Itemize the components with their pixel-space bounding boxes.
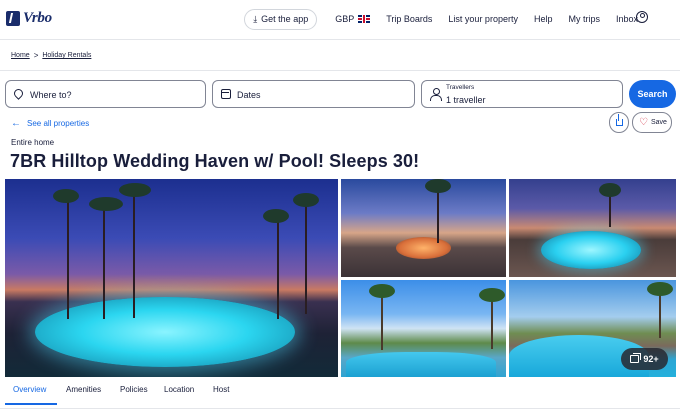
- download-icon: ⤓: [253, 13, 258, 24]
- palm-frond: [53, 189, 79, 203]
- palm-frond: [119, 183, 151, 197]
- gallery-photo-firepit[interactable]: [341, 179, 506, 277]
- heart-icon: ♡: [639, 116, 648, 128]
- palm-frond: [263, 209, 289, 223]
- palm-trunk: [491, 294, 493, 349]
- palm-trunk: [381, 290, 383, 350]
- currency-label: GBP: [335, 14, 355, 24]
- palm-trunk: [305, 204, 307, 314]
- tab-overview[interactable]: Overview: [13, 385, 46, 394]
- share-button[interactable]: [609, 112, 629, 133]
- get-app-button[interactable]: ⤓ Get the app: [244, 8, 318, 30]
- travellers-label: Travellers: [446, 84, 475, 91]
- palm-frond: [647, 282, 673, 296]
- save-label: Save: [650, 119, 667, 126]
- see-all-properties-link[interactable]: ← See all properties: [11, 118, 89, 129]
- vrbo-logo-icon: [6, 11, 20, 26]
- help-link[interactable]: Help: [526, 14, 561, 24]
- palm-trunk: [67, 199, 69, 319]
- firepit-shape: [396, 237, 451, 259]
- trip-boards-link[interactable]: Trip Boards: [378, 14, 440, 24]
- account-icon[interactable]: [636, 11, 648, 23]
- page-title: 7BR Hilltop Wedding Haven w/ Pool! Sleep…: [10, 151, 420, 171]
- palm-trunk: [277, 219, 279, 319]
- uk-flag-icon: [358, 15, 371, 23]
- get-app-label: Get the app: [261, 14, 309, 24]
- divider: [0, 70, 680, 71]
- main-photo[interactable]: [5, 179, 338, 377]
- travellers-field[interactable]: Travellers 1 traveller: [421, 80, 623, 108]
- tab-amenities[interactable]: Amenities: [66, 385, 101, 394]
- tab-policies[interactable]: Policies: [120, 385, 148, 394]
- gallery-photo-spa[interactable]: [509, 179, 676, 277]
- header-nav: ⤓ Get the app GBP Trip Boards List your …: [244, 8, 646, 30]
- breadcrumb: Home > Holiday Rentals: [11, 51, 91, 60]
- my-trips-link[interactable]: My trips: [560, 14, 608, 24]
- vrbo-logo[interactable]: Vrbo: [6, 10, 52, 27]
- active-tab-indicator: [5, 403, 57, 405]
- list-property-link[interactable]: List your property: [440, 14, 526, 24]
- palm-frond: [479, 288, 505, 302]
- gallery-photo-pool-day[interactable]: [341, 280, 506, 377]
- palm-frond: [293, 193, 319, 207]
- calendar-icon: [221, 89, 231, 99]
- destination-placeholder: Where to?: [30, 90, 72, 100]
- view-all-photos-button[interactable]: 92+: [621, 348, 668, 370]
- property-type: Entire home: [11, 138, 55, 147]
- location-pin-icon: [12, 87, 25, 100]
- palm-frond: [369, 284, 395, 298]
- palm-frond: [425, 179, 451, 193]
- palm-frond: [89, 197, 123, 211]
- person-icon: [430, 88, 442, 101]
- share-icon: [615, 114, 623, 126]
- palm-frond: [599, 183, 621, 197]
- breadcrumb-holiday-rentals[interactable]: Holiday Rentals: [42, 52, 91, 59]
- palm-trunk: [103, 209, 105, 319]
- search-button[interactable]: Search: [629, 80, 676, 108]
- dates-placeholder: Dates: [237, 90, 261, 100]
- dates-field[interactable]: Dates: [212, 80, 415, 108]
- photo-count-label: 92+: [643, 354, 659, 364]
- spa-shape: [541, 231, 641, 269]
- save-button[interactable]: ♡ Save: [632, 112, 672, 133]
- breadcrumb-separator: >: [33, 51, 39, 60]
- section-tabs: Overview Amenities Policies Location Hos…: [0, 379, 680, 409]
- arrow-left-icon: ←: [11, 118, 21, 129]
- breadcrumb-home[interactable]: Home: [11, 52, 30, 59]
- pool-shape: [346, 352, 496, 377]
- travellers-value: 1 traveller: [446, 95, 486, 105]
- currency-selector[interactable]: GBP: [327, 14, 378, 24]
- palm-trunk: [133, 193, 135, 318]
- see-all-properties-label: See all properties: [27, 119, 90, 128]
- logo-text: Vrbo: [23, 10, 52, 26]
- pool-shape: [35, 297, 295, 367]
- top-header: Vrbo ⤓ Get the app GBP Trip Boards List …: [0, 0, 680, 40]
- gallery-icon: [630, 353, 642, 363]
- tab-location[interactable]: Location: [164, 385, 194, 394]
- destination-field[interactable]: Where to?: [5, 80, 206, 108]
- tab-host[interactable]: Host: [213, 385, 229, 394]
